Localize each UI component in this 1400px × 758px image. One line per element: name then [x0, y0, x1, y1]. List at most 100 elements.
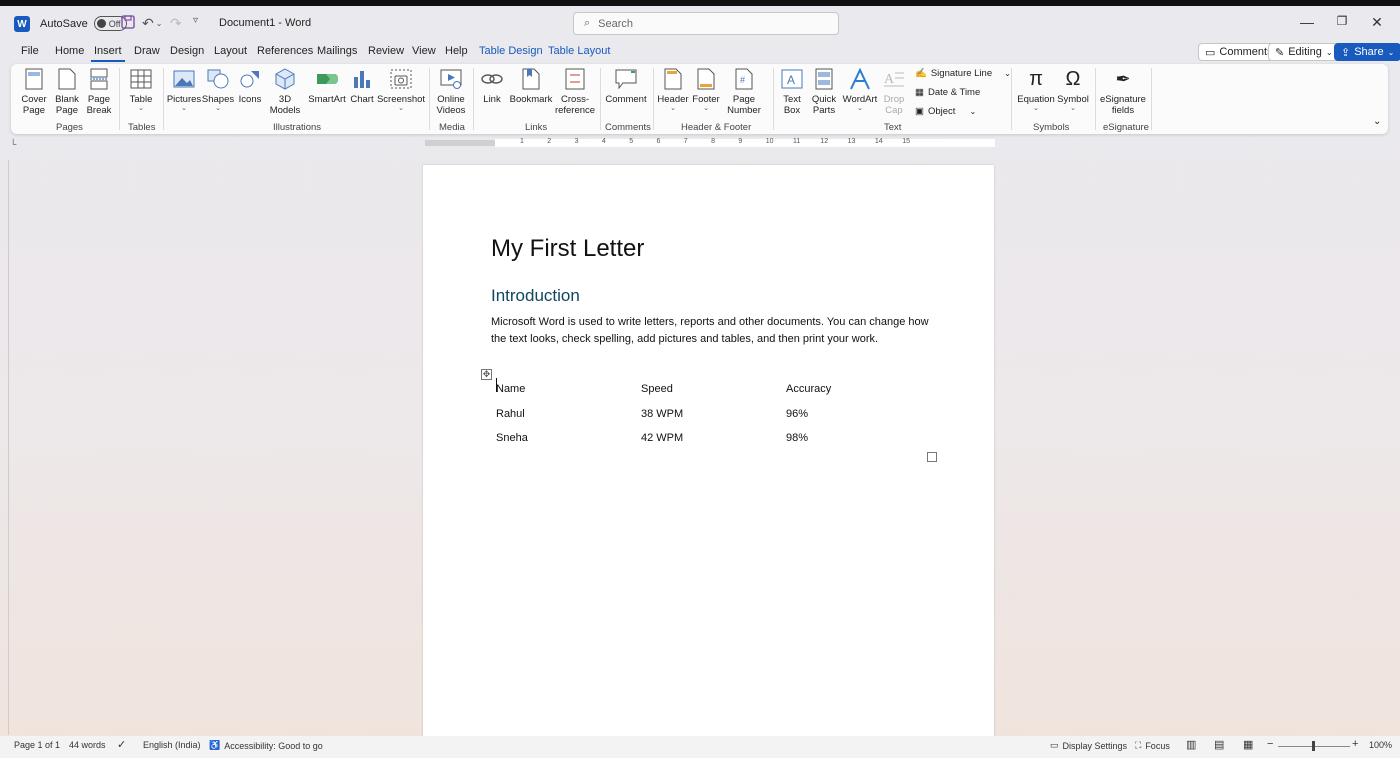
- search-box[interactable]: ⌕ Search: [573, 12, 839, 35]
- comment-icon: [615, 67, 637, 91]
- tab-review[interactable]: Review: [368, 45, 404, 57]
- collapse-ribbon-icon[interactable]: ⌄: [1373, 116, 1381, 127]
- zoom-slider[interactable]: [1278, 741, 1350, 751]
- table-move-handle[interactable]: ✥: [481, 369, 492, 380]
- group-divider: [600, 68, 601, 130]
- smartart-button[interactable]: SmartArt: [308, 67, 346, 105]
- new-comment-button[interactable]: Comment: [605, 67, 647, 105]
- document-table[interactable]: Name Speed Accuracy Rahul 38 WPM 96% Sne…: [496, 377, 931, 451]
- document-heading[interactable]: Introduction: [491, 286, 580, 306]
- table-cell[interactable]: 38 WPM: [641, 408, 786, 420]
- display-settings-button[interactable]: ▭ Display Settings: [1050, 740, 1127, 751]
- text-box-button[interactable]: A Text Box: [777, 67, 807, 116]
- esignature-fields-button[interactable]: ✒ eSignature fields: [1099, 67, 1147, 117]
- group-label-media: Media: [439, 122, 465, 133]
- table-button[interactable]: Table ⌄: [127, 67, 155, 113]
- tab-references[interactable]: References: [257, 45, 313, 57]
- pictures-button[interactable]: Pictures ⌄: [167, 67, 201, 113]
- screenshot-button[interactable]: Screenshot ⌄: [377, 67, 425, 113]
- tab-table-design[interactable]: Table Design: [479, 45, 543, 57]
- ruler-number: 14: [874, 138, 883, 145]
- accessibility-label: Accessibility: Good to go: [224, 740, 323, 751]
- drop-cap-button[interactable]: A Drop Cap: [881, 67, 907, 116]
- redo-icon[interactable]: ↷: [170, 15, 182, 32]
- cross-reference-button[interactable]: Cross- reference: [555, 67, 595, 116]
- chevron-down-icon: ⌄: [181, 105, 187, 112]
- tab-design[interactable]: Design: [170, 45, 204, 57]
- tab-file[interactable]: File: [21, 45, 39, 57]
- cover-page-button[interactable]: Cover Page: [19, 67, 49, 116]
- proofing-icon[interactable]: ✓: [117, 738, 126, 751]
- online-videos-button[interactable]: Online Videos: [435, 67, 467, 116]
- tab-insert[interactable]: Insert: [91, 45, 124, 62]
- restore-icon[interactable]: ❐: [1332, 14, 1352, 28]
- table-resize-handle[interactable]: [927, 452, 937, 462]
- equation-button[interactable]: π Equation ⌄: [1017, 67, 1055, 113]
- chart-button[interactable]: Chart: [349, 67, 375, 105]
- focus-button[interactable]: ⛶ Focus: [1135, 740, 1170, 751]
- tab-layout[interactable]: Layout: [214, 45, 247, 57]
- blank-page-button[interactable]: Blank Page: [53, 67, 81, 116]
- cube-icon: [274, 67, 296, 91]
- zoom-in-icon[interactable]: +: [1352, 738, 1358, 750]
- symbol-button[interactable]: Ω Symbol ⌄: [1057, 67, 1089, 113]
- document-title-text[interactable]: My First Letter: [491, 235, 644, 263]
- web-layout-icon[interactable]: ▦: [1243, 738, 1253, 751]
- tab-mailings[interactable]: Mailings: [317, 45, 357, 57]
- zoom-level[interactable]: 100%: [1369, 740, 1392, 750]
- table-cell[interactable]: Sneha: [496, 432, 641, 444]
- autosave-control[interactable]: AutoSave Off: [40, 16, 127, 31]
- bookmark-button[interactable]: Bookmark: [509, 67, 553, 105]
- share-button[interactable]: ⇪ Share ⌄: [1334, 43, 1400, 61]
- tab-draw[interactable]: Draw: [134, 45, 160, 57]
- undo-dropdown-icon[interactable]: ⌄: [156, 19, 163, 28]
- zoom-out-icon[interactable]: −: [1267, 738, 1273, 750]
- document-paragraph[interactable]: Microsoft Word is used to write letters,…: [491, 314, 931, 347]
- pictures-icon: [173, 67, 195, 91]
- table-cell[interactable]: Rahul: [496, 408, 641, 420]
- page-count[interactable]: Page 1 of 1: [14, 740, 60, 750]
- word-count[interactable]: 44 words: [69, 740, 106, 750]
- read-mode-icon[interactable]: ▥: [1186, 738, 1196, 751]
- shapes-button[interactable]: Shapes ⌄: [201, 67, 235, 113]
- print-layout-icon[interactable]: ▤: [1214, 738, 1224, 751]
- header-button[interactable]: Header ⌄: [657, 67, 689, 113]
- quick-parts-button[interactable]: Quick Parts: [809, 67, 839, 116]
- bookmark-icon: [520, 67, 542, 91]
- language-indicator[interactable]: English (India): [143, 740, 201, 750]
- page-break-button[interactable]: Page Break: [85, 67, 113, 116]
- undo-icon[interactable]: ↶ ⌄: [142, 15, 162, 32]
- minimize-icon[interactable]: —: [1297, 14, 1317, 30]
- footer-button[interactable]: Footer ⌄: [691, 67, 721, 113]
- document-page[interactable]: My First Letter Introduction Microsoft W…: [423, 165, 994, 740]
- zoom-thumb[interactable]: [1312, 741, 1315, 751]
- tab-table-layout[interactable]: Table Layout: [548, 45, 610, 57]
- icons-button[interactable]: Icons: [237, 67, 263, 105]
- table-cell[interactable]: 96%: [786, 408, 931, 420]
- table-header-cell[interactable]: Accuracy: [786, 383, 931, 395]
- omega-icon: Ω: [1065, 67, 1081, 90]
- tab-home[interactable]: Home: [55, 45, 84, 57]
- table-cell[interactable]: 98%: [786, 432, 931, 444]
- customize-quick-access-icon[interactable]: ▿: [193, 15, 198, 26]
- close-icon[interactable]: ✕: [1367, 14, 1387, 31]
- object-button[interactable]: ▣ Object ⌄: [915, 106, 976, 117]
- shapes-label: Shapes: [201, 94, 235, 105]
- group-divider: [1011, 68, 1012, 130]
- wordart-button[interactable]: WordArt ⌄: [841, 67, 879, 113]
- link-button[interactable]: Link: [479, 67, 505, 105]
- table-cell[interactable]: 42 WPM: [641, 432, 786, 444]
- save-icon[interactable]: [121, 15, 135, 29]
- signature-line-button[interactable]: ✍ Signature Line ⌄: [915, 68, 1011, 79]
- 3d-models-button[interactable]: 3D Models: [267, 67, 303, 116]
- editing-mode-button[interactable]: ✎ Editing ⌄: [1268, 43, 1340, 61]
- date-time-button[interactable]: ▦ Date & Time: [915, 87, 980, 98]
- vertical-ruler[interactable]: [8, 160, 18, 735]
- tab-help[interactable]: Help: [445, 45, 468, 57]
- tab-view[interactable]: View: [412, 45, 436, 57]
- accessibility-status[interactable]: ♿ Accessibility: Good to go: [209, 740, 323, 751]
- table-header-cell[interactable]: Speed: [641, 383, 786, 395]
- page-number-icon: #: [733, 67, 755, 91]
- page-number-button[interactable]: # Page Number: [723, 67, 765, 116]
- table-header-cell[interactable]: Name: [496, 383, 641, 395]
